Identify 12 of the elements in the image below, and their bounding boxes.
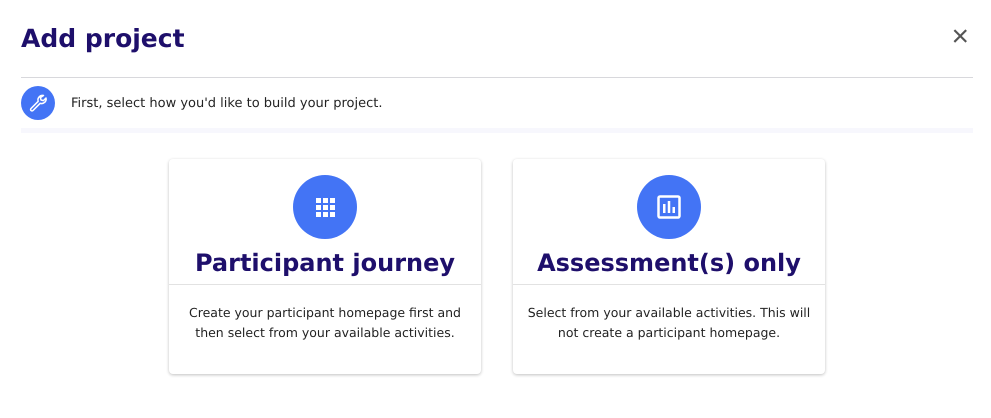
close-button[interactable]: × — [947, 22, 973, 52]
option-card[interactable]: Assessment(s) only Select from your available activities. This will not create a participant homepage. — [513, 159, 825, 374]
bar-chart-icon — [637, 175, 701, 239]
card-description: Create your participant homepage first and then select from your available activities. — [188, 304, 462, 342]
card-description: Select from your available activities. This will not create a participant homepage. — [526, 304, 812, 342]
instruction-text: First, select how you'd like to build your project. — [71, 96, 382, 110]
card-title: Assessment(s) only — [537, 249, 801, 277]
wrench-icon — [21, 86, 55, 120]
option-card[interactable]: Participant journey Create your participant homepage first and then select from your available activities. — [169, 159, 481, 374]
dialog-title: Add project — [21, 24, 185, 53]
card-title: Participant journey — [194, 249, 456, 277]
grid-icon — [293, 175, 357, 239]
